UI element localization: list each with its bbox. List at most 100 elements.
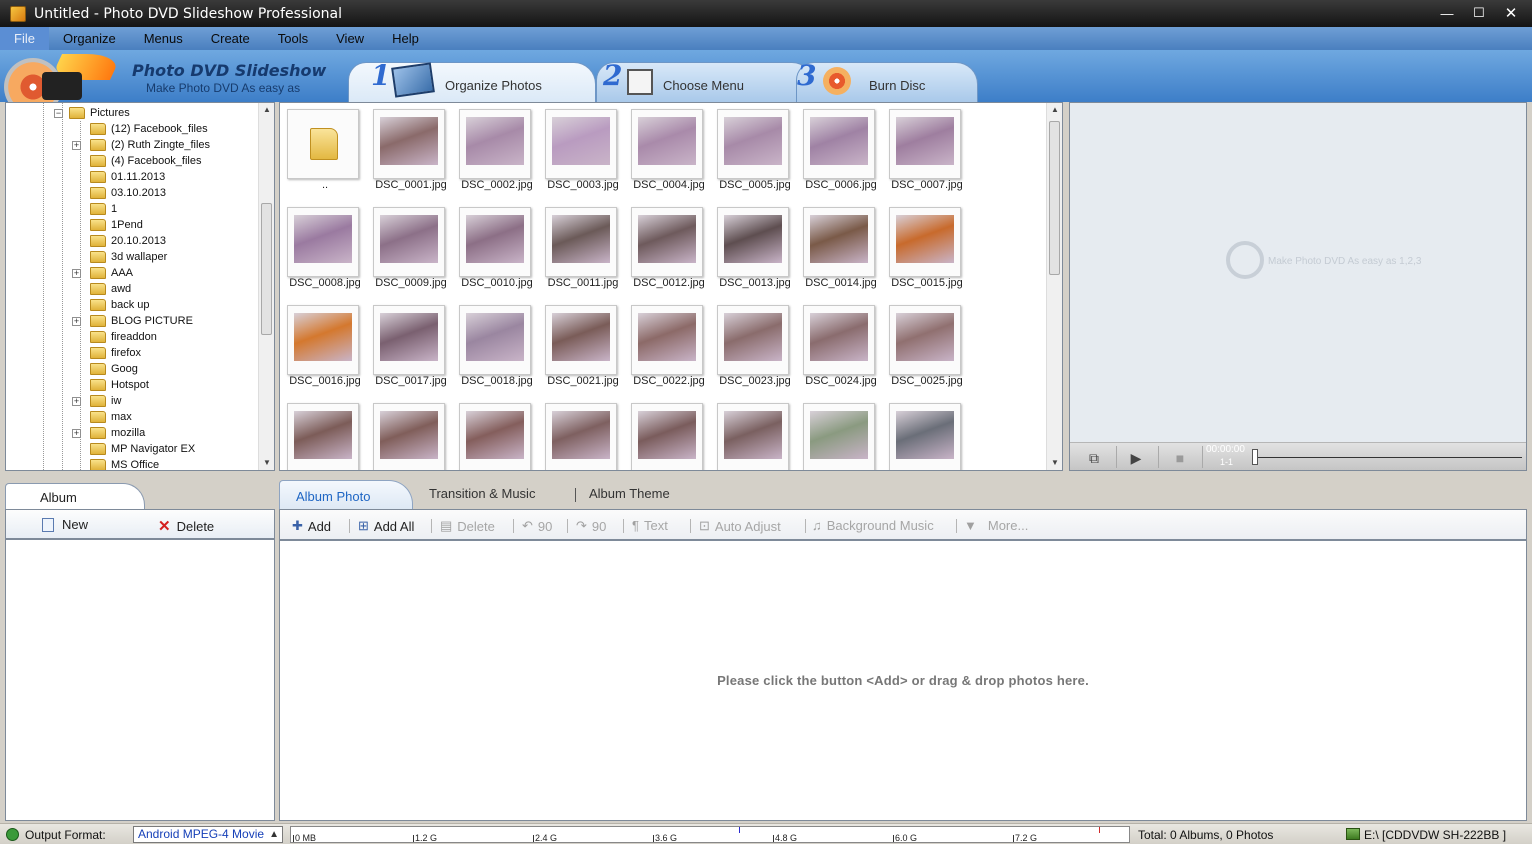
photo-drop-area[interactable]: Please click the button <Add> or drag & … bbox=[279, 540, 1527, 821]
tree-item-folder[interactable]: 1Pend bbox=[90, 217, 143, 233]
thumbnail[interactable] bbox=[282, 397, 368, 470]
tree-item-folder[interactable]: (2) Ruth Zingte_files bbox=[90, 137, 210, 153]
thumbnail[interactable]: DSC_0003.jpg bbox=[540, 103, 626, 199]
expand-icon[interactable]: + bbox=[72, 269, 81, 278]
collapse-icon[interactable]: − bbox=[54, 108, 63, 118]
tree-item-folder[interactable]: (4) Facebook_files bbox=[90, 153, 202, 169]
tree-item-folder[interactable]: mozilla bbox=[90, 425, 145, 441]
step-choose-menu[interactable]: 2 Choose Menu bbox=[596, 59, 814, 102]
delete-photo-button[interactable]: ▤ Delete bbox=[440, 518, 495, 534]
thumbnail[interactable] bbox=[884, 397, 970, 470]
tab-album-photo[interactable]: Album Photo bbox=[279, 480, 413, 510]
seek-handle[interactable] bbox=[1252, 449, 1258, 465]
thumbnail[interactable]: DSC_0002.jpg bbox=[454, 103, 540, 199]
menu-view[interactable]: View bbox=[322, 27, 378, 50]
thumbnail-parent-folder[interactable]: .. bbox=[282, 103, 368, 199]
menu-tools[interactable]: Tools bbox=[264, 27, 322, 50]
tab-album-theme[interactable]: Album Theme bbox=[589, 486, 670, 501]
auto-adjust-button[interactable]: ⊡ Auto Adjust bbox=[699, 518, 781, 534]
expand-icon[interactable]: + bbox=[72, 317, 81, 326]
step-organize-photos[interactable]: 1 Organize Photos bbox=[348, 59, 596, 102]
play-button[interactable]: ▶ bbox=[1118, 447, 1154, 469]
tree-item-folder[interactable]: AAA bbox=[90, 265, 133, 281]
close-button[interactable]: ✕ bbox=[1496, 3, 1526, 23]
new-album-button[interactable]: New bbox=[42, 517, 88, 532]
thumbnail[interactable]: DSC_0024.jpg bbox=[798, 299, 884, 395]
tree-item-folder[interactable]: Goog bbox=[90, 361, 138, 377]
tree-scrollbar[interactable]: ▲ ▼ bbox=[258, 103, 274, 470]
text-button[interactable]: ¶ Text bbox=[632, 518, 668, 533]
scroll-up-icon[interactable]: ▲ bbox=[1047, 103, 1062, 117]
tree-item-folder[interactable]: firefox bbox=[90, 345, 141, 361]
tree-item-folder[interactable]: fireaddon bbox=[90, 329, 157, 345]
thumbnail[interactable]: DSC_0004.jpg bbox=[626, 103, 712, 199]
thumbnail[interactable]: DSC_0008.jpg bbox=[282, 201, 368, 297]
scroll-up-icon[interactable]: ▲ bbox=[259, 103, 274, 117]
tree-item-folder[interactable]: awd bbox=[90, 281, 131, 297]
tree-item-folder[interactable]: MP Navigator EX bbox=[90, 441, 195, 457]
thumbnail[interactable]: DSC_0005.jpg bbox=[712, 103, 798, 199]
thumbnail[interactable]: DSC_0016.jpg bbox=[282, 299, 368, 395]
tree-item-folder[interactable]: (12) Facebook_files bbox=[90, 121, 208, 137]
tab-transition-music[interactable]: Transition & Music bbox=[429, 486, 535, 501]
thumbnail[interactable]: DSC_0009.jpg bbox=[368, 201, 454, 297]
tree-item-folder[interactable]: MS Office bbox=[90, 457, 159, 470]
burner-drive[interactable]: E:\ [CDDVDW SH-222BB ] bbox=[1364, 828, 1506, 842]
tree-item-folder[interactable]: back up bbox=[90, 297, 150, 313]
menu-help[interactable]: Help bbox=[378, 27, 433, 50]
thumbnail[interactable] bbox=[454, 397, 540, 470]
thumbnail[interactable]: DSC_0012.jpg bbox=[626, 201, 712, 297]
thumbnail[interactable]: DSC_0001.jpg bbox=[368, 103, 454, 199]
expand-icon[interactable]: + bbox=[72, 397, 81, 406]
tree-item-folder[interactable]: 1 bbox=[90, 201, 117, 217]
rotate-right-button[interactable]: ↷ 90 bbox=[576, 518, 606, 534]
menu-create[interactable]: Create bbox=[197, 27, 264, 50]
add-button[interactable]: ✚ Add bbox=[292, 518, 331, 534]
thumbnail[interactable]: DSC_0013.jpg bbox=[712, 201, 798, 297]
step-burn-disc[interactable]: 3 Burn Disc bbox=[796, 59, 978, 102]
scroll-down-icon[interactable]: ▼ bbox=[259, 456, 274, 470]
thumbnail-grid[interactable]: .. DSC_0001.jpg DSC_0002.jpg DSC_0003.jpg D… bbox=[279, 102, 1063, 471]
stop-button[interactable]: ■ bbox=[1162, 447, 1198, 469]
thumbnail[interactable]: DSC_0006.jpg bbox=[798, 103, 884, 199]
rotate-left-button[interactable]: ↶ 90 bbox=[522, 518, 552, 534]
thumbnail[interactable]: DSC_0017.jpg bbox=[368, 299, 454, 395]
thumbnail[interactable]: DSC_0007.jpg bbox=[884, 103, 970, 199]
thumbnail[interactable] bbox=[712, 397, 798, 470]
tree-item-folder[interactable]: 20.10.2013 bbox=[90, 233, 166, 249]
thumbnail[interactable] bbox=[368, 397, 454, 470]
thumbnail[interactable]: DSC_0021.jpg bbox=[540, 299, 626, 395]
thumbnail[interactable] bbox=[626, 397, 712, 470]
tab-album[interactable]: Album bbox=[5, 483, 145, 510]
tree-item-folder[interactable]: BLOG PICTURE bbox=[90, 313, 193, 329]
output-format-select[interactable]: Android MPEG-4 Movie ▲ bbox=[133, 826, 283, 843]
tree-item-folder[interactable]: 03.10.2013 bbox=[90, 185, 166, 201]
more-button[interactable]: ▼ More... bbox=[964, 518, 1028, 533]
expand-icon[interactable]: + bbox=[72, 141, 81, 150]
tree-item-folder[interactable]: max bbox=[90, 409, 132, 425]
thumbnail[interactable]: DSC_0022.jpg bbox=[626, 299, 712, 395]
thumbnail[interactable]: DSC_0023.jpg bbox=[712, 299, 798, 395]
extract-frame-button[interactable]: ⧉ bbox=[1076, 447, 1112, 469]
minimize-button[interactable]: — bbox=[1432, 3, 1462, 23]
menu-menus[interactable]: Menus bbox=[130, 27, 197, 50]
thumbnail[interactable]: DSC_0018.jpg bbox=[454, 299, 540, 395]
thumbnail[interactable]: DSC_0011.jpg bbox=[540, 201, 626, 297]
thumbnail-scrollbar[interactable]: ▲ ▼ bbox=[1046, 103, 1062, 470]
scroll-down-icon[interactable]: ▼ bbox=[1047, 456, 1062, 470]
album-list[interactable] bbox=[5, 539, 275, 821]
tree-item-folder[interactable]: 3d wallaper bbox=[90, 249, 167, 265]
background-music-button[interactable]: ♫ Background Music bbox=[812, 518, 934, 533]
seek-track[interactable] bbox=[1252, 457, 1522, 458]
tree-item-folder[interactable]: 01.11.2013 bbox=[90, 169, 165, 185]
delete-album-button[interactable]: ✕ Delete bbox=[158, 517, 214, 535]
scroll-thumb[interactable] bbox=[1049, 121, 1060, 275]
scroll-thumb[interactable] bbox=[261, 203, 272, 335]
menu-file[interactable]: File bbox=[0, 27, 49, 50]
tree-item-folder[interactable]: Hotspot bbox=[90, 377, 149, 393]
thumbnail[interactable]: DSC_0015.jpg bbox=[884, 201, 970, 297]
thumbnail[interactable] bbox=[798, 397, 884, 470]
tree-item-root[interactable]: − Pictures bbox=[54, 105, 130, 121]
thumbnail[interactable] bbox=[540, 397, 626, 470]
menu-organize[interactable]: Organize bbox=[49, 27, 130, 50]
